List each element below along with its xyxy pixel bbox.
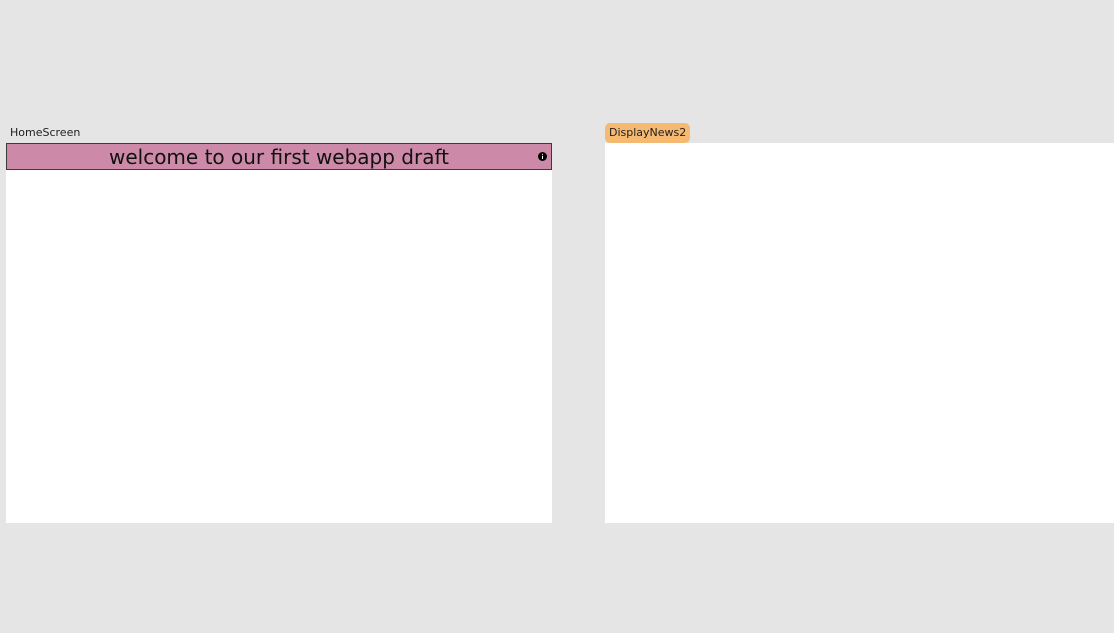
displaynews2-frame[interactable] xyxy=(605,143,1114,523)
homescreen-frame[interactable]: welcome to our first webapp draft xyxy=(6,143,552,523)
displaynews2-frame-label[interactable]: DisplayNews2 xyxy=(605,123,691,143)
welcome-banner[interactable]: welcome to our first webapp draft xyxy=(6,143,552,170)
welcome-banner-text: welcome to our first webapp draft xyxy=(108,145,450,169)
homescreen-frame-label[interactable]: HomeScreen xyxy=(10,126,80,140)
info-icon[interactable] xyxy=(538,152,547,161)
